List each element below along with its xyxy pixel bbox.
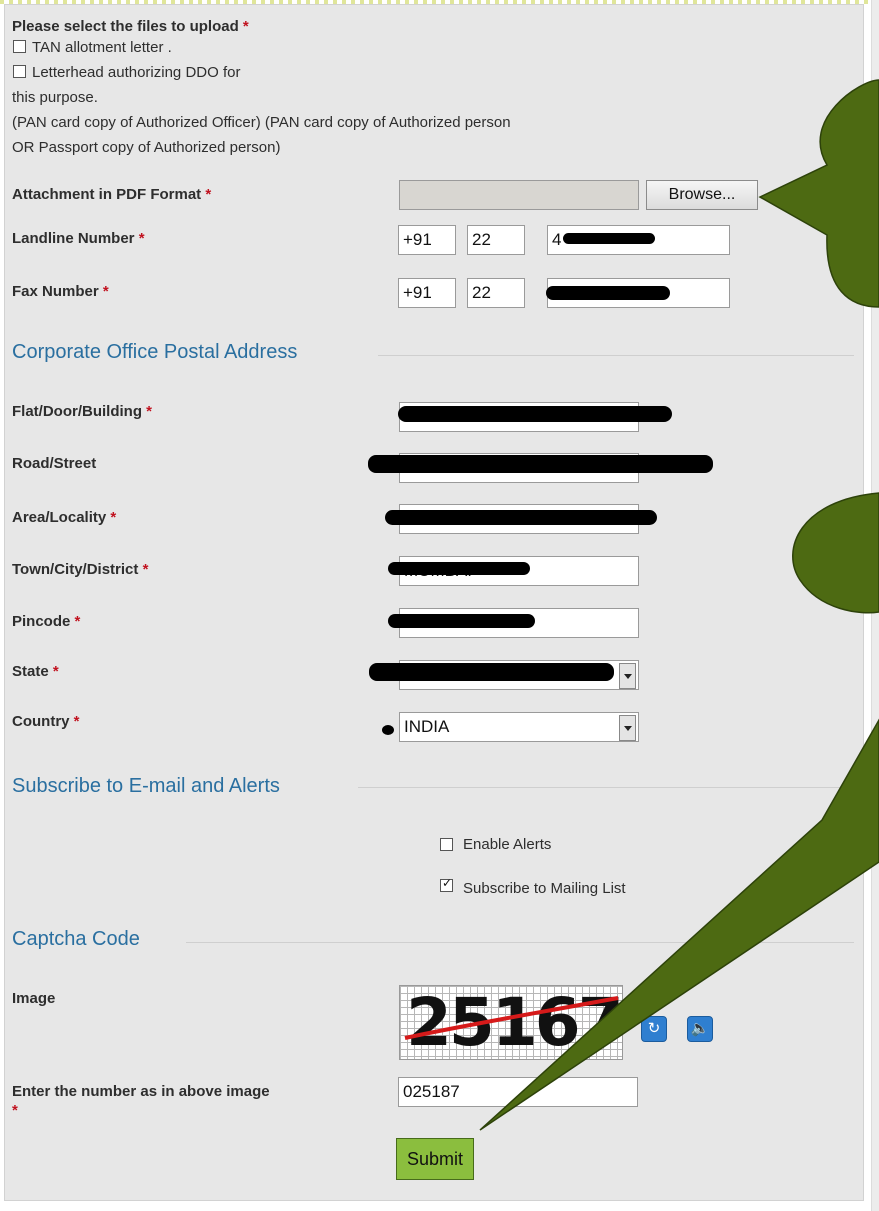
- callout-submit: [479, 718, 879, 1131]
- callout-browse: [758, 79, 879, 308]
- callout-annotations: [479, 79, 879, 1131]
- callout-oval: [792, 492, 879, 614]
